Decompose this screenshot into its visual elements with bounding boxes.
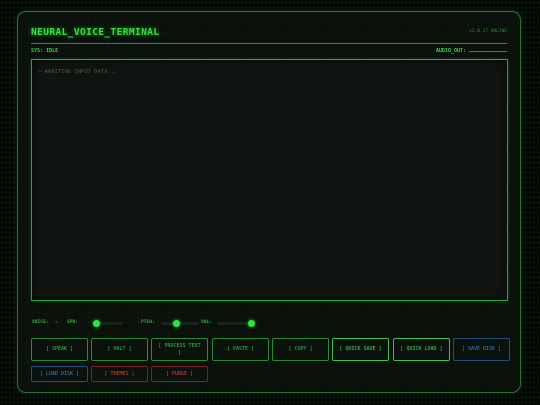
speed-slider-knob[interactable] bbox=[92, 320, 100, 327]
halt-button[interactable]: [ HALT ] bbox=[91, 338, 148, 361]
quick-save-button[interactable]: [ QUICK SAVE ] bbox=[332, 338, 389, 361]
audio-out-label: AUDIO_OUT: bbox=[435, 48, 466, 54]
speed-label: SPD: bbox=[67, 320, 79, 325]
header-divider bbox=[31, 43, 507, 44]
speak-button[interactable]: [ SPEAK ] bbox=[31, 338, 88, 361]
pitch-slider[interactable] bbox=[161, 320, 199, 327]
app-title: NEURAL_VOICE_TERMINAL bbox=[31, 27, 160, 38]
version-label: v2.0.17 ONLINE bbox=[469, 29, 507, 34]
purge-button[interactable]: [ PURGE ] bbox=[151, 366, 208, 382]
load-disk-button[interactable]: [ LOAD DISK ] bbox=[31, 366, 88, 382]
text-input-area[interactable]: > AWAITING INPUT DATA... bbox=[31, 59, 508, 301]
save-disk-button[interactable]: [ SAVE DISK ] bbox=[453, 338, 510, 361]
voice-controls: VOICE: ▾ SPD: PTCH: VOL: bbox=[31, 319, 511, 328]
voice-label: VOICE: bbox=[32, 320, 49, 325]
terminal-window: NEURAL_VOICE_TERMINAL v2.0.17 ONLINE SYS… bbox=[17, 11, 521, 393]
voice-select[interactable]: ▾ bbox=[55, 319, 64, 326]
process-text-button[interactable]: [ PROCESS TEXT ] bbox=[151, 338, 208, 361]
system-status: SYS: IDLE bbox=[31, 48, 59, 54]
paste-button[interactable]: [ PASTE ] bbox=[212, 338, 269, 361]
speed-slider[interactable] bbox=[92, 320, 123, 327]
input-placeholder: > AWAITING INPUT DATA... bbox=[38, 69, 118, 75]
volume-slider[interactable] bbox=[217, 320, 255, 327]
pitch-slider-knob[interactable] bbox=[172, 320, 180, 327]
audio-out-indicator: AUDIO_OUT: bbox=[436, 48, 507, 54]
quick-load-button[interactable]: [ QUICK LOAD ] bbox=[393, 338, 450, 361]
copy-button[interactable]: [ COPY ] bbox=[272, 338, 329, 361]
themes-button[interactable]: [ THEMES ] bbox=[91, 366, 148, 382]
volume-label: VOL: bbox=[201, 320, 213, 325]
audio-out-meter bbox=[469, 50, 507, 52]
volume-slider-knob[interactable] bbox=[247, 320, 255, 327]
pitch-label: PTCH: bbox=[141, 320, 155, 325]
